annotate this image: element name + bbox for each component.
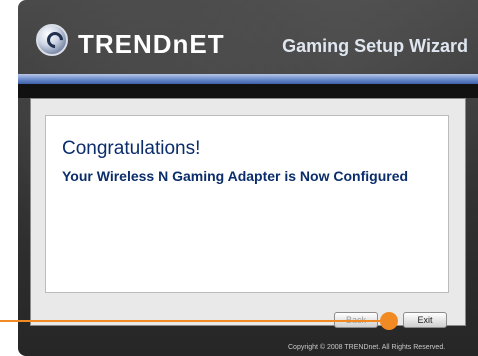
callout-dot-icon bbox=[380, 312, 398, 330]
trendnet-logo-icon bbox=[36, 24, 68, 56]
page-title: Congratulations! bbox=[62, 138, 201, 159]
header-divider bbox=[18, 84, 478, 98]
header-accent-bar bbox=[18, 74, 478, 84]
exit-button[interactable]: Exit bbox=[403, 312, 447, 328]
copyright-text: Copyright © 2008 TRENDnet. All Rights Re… bbox=[288, 344, 446, 351]
wizard-title: Gaming Setup Wizard bbox=[282, 36, 468, 56]
status-message: Your Wireless N Gaming Adapter is Now Co… bbox=[62, 168, 409, 184]
callout-line bbox=[0, 320, 392, 322]
brand-logo: TRENDnET bbox=[78, 29, 225, 59]
header: TRENDnET Gaming Setup Wizard bbox=[18, 0, 478, 74]
wizard-window: TRENDnET Gaming Setup Wizard Congratulat… bbox=[18, 0, 478, 356]
content-area: Congratulations! Your Wireless N Gaming … bbox=[30, 98, 466, 326]
message-panel: Congratulations! Your Wireless N Gaming … bbox=[45, 115, 449, 293]
